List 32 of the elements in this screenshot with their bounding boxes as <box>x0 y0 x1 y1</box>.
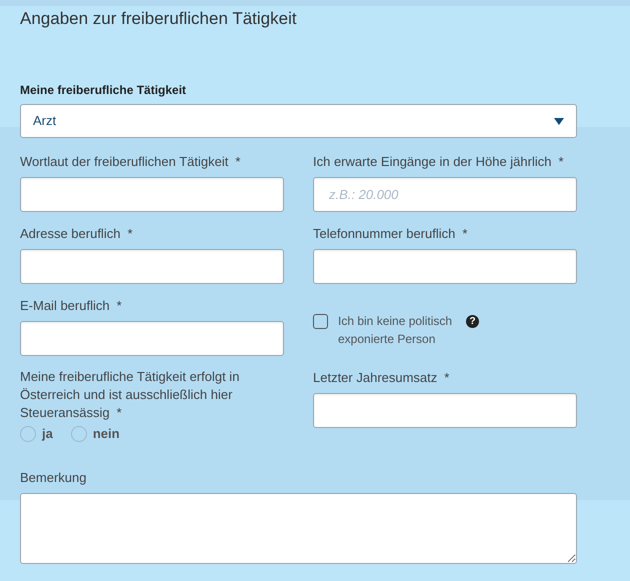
field-label: Adresse beruflich <box>20 225 120 243</box>
caret-icon <box>554 118 564 124</box>
required-marker: * <box>127 225 133 243</box>
input-field[interactable] <box>20 321 284 356</box>
radio-label: ja <box>42 425 53 443</box>
field-label: Bemerkung <box>20 468 88 487</box>
required-marker: * <box>235 153 240 171</box>
radio-label: nein <box>92 425 120 443</box>
select-field[interactable]: Arzt <box>20 104 577 138</box>
checkbox-label: Ich bin keine politisch exponierte Person <box>338 313 454 348</box>
radio-button[interactable] <box>70 426 87 442</box>
required-marker: * <box>444 369 450 387</box>
required-marker: * <box>462 225 468 243</box>
field-label: Letzter Jahresumsatz <box>313 369 438 387</box>
input-field[interactable] <box>313 249 577 284</box>
help-icon[interactable]: ? <box>466 315 479 328</box>
required-marker: * <box>116 297 122 315</box>
remark-field[interactable] <box>20 493 577 564</box>
input-field[interactable] <box>313 393 577 428</box>
input-field[interactable] <box>20 177 284 212</box>
input-field[interactable] <box>20 249 284 284</box>
checkbox[interactable] <box>313 314 328 329</box>
field-label: Wortlaut der freiberuflichen Tätigkeit <box>20 153 228 171</box>
field-label: Meine freiberufliche Tätigkeit erfolgt in Österreich und ist ausschließlich hier Steueransässig * <box>20 368 240 422</box>
radio-button[interactable] <box>20 426 36 442</box>
field-label: Telefonnummer beruflich <box>313 225 456 243</box>
field-label: E-Mail beruflich <box>20 297 110 315</box>
input-field[interactable]: z.B.: 20.000 <box>313 177 577 212</box>
field-label: Ich erwarte Eingänge in der Höhe jährlich <box>313 153 552 171</box>
dialog-title: Angaben zur freiberuflichen Tätigkeit <box>20 8 298 30</box>
required-marker: * <box>558 153 564 171</box>
field-label: Meine freiberufliche Tätigkeit <box>20 82 188 98</box>
